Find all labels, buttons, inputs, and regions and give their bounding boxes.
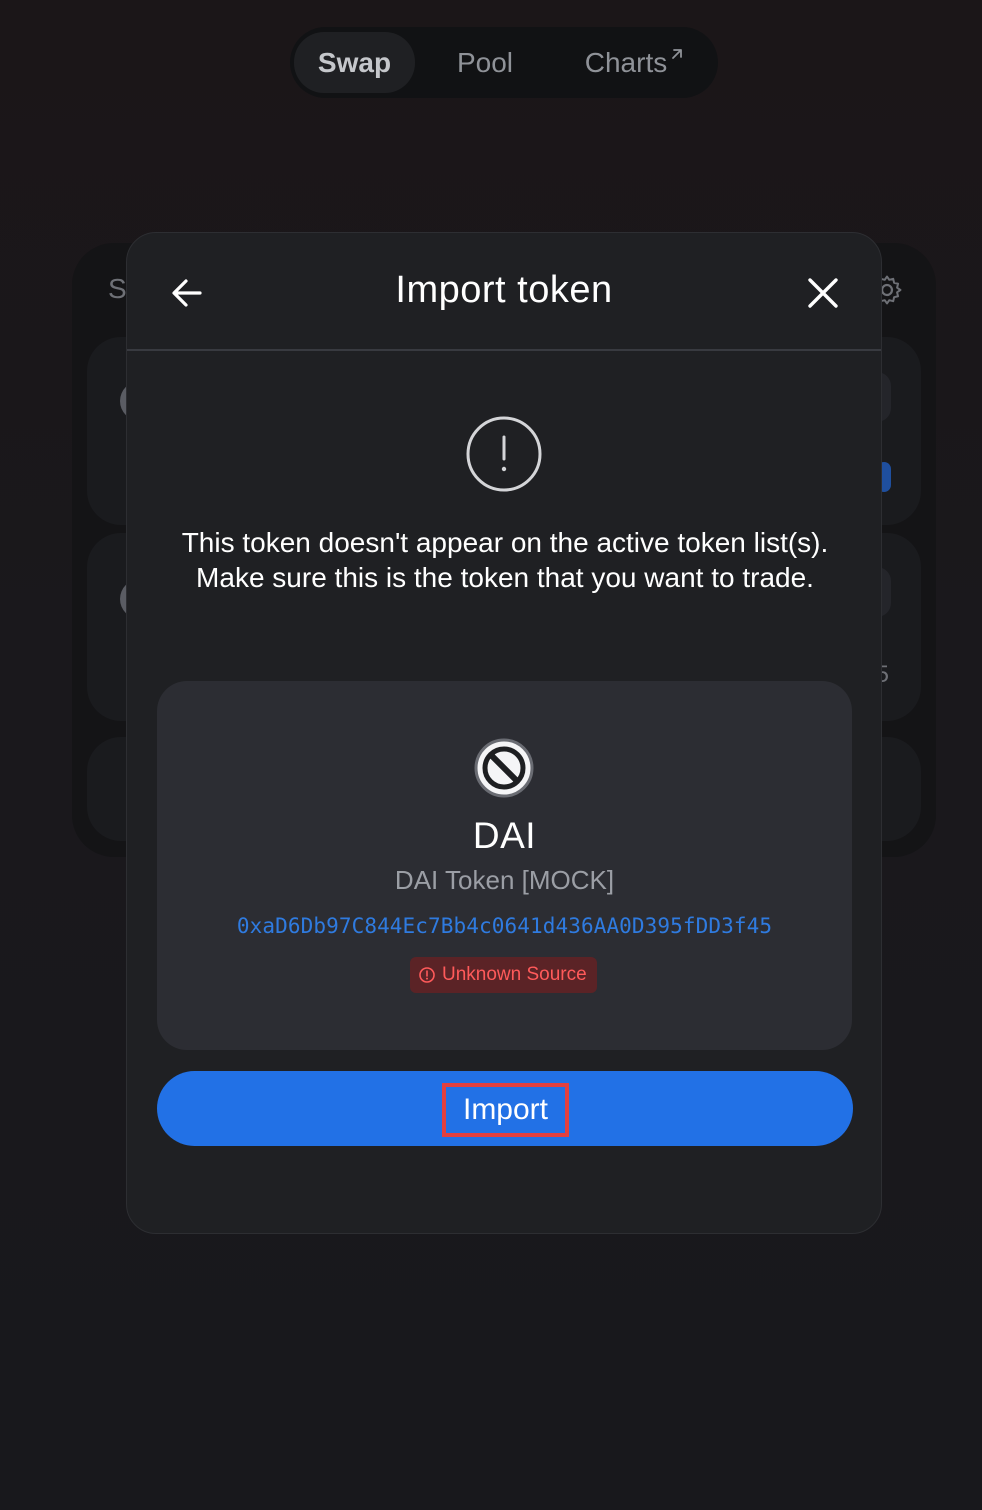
warning-message: This token doesn't appear on the active … bbox=[181, 527, 829, 593]
import-button-label: Import bbox=[442, 1083, 569, 1137]
import-token-modal: Import token This token doesn't appear o… bbox=[126, 232, 882, 1234]
nav-tab-charts[interactable]: Charts bbox=[560, 32, 710, 93]
nav-tab-charts-label: Charts bbox=[584, 47, 668, 78]
token-name: DAI Token [MOCK] bbox=[394, 865, 615, 895]
modal-title: Import token bbox=[395, 269, 613, 311]
top-nav: Swap Pool Charts bbox=[290, 27, 718, 98]
unknown-source-badge: Unknown Source bbox=[410, 957, 597, 993]
close-icon[interactable] bbox=[805, 273, 841, 313]
nav-tab-pool[interactable]: Pool bbox=[435, 32, 535, 93]
import-button[interactable]: Import bbox=[157, 1071, 853, 1146]
alert-circle-icon bbox=[466, 416, 542, 492]
nav-tab-swap[interactable]: Swap bbox=[294, 32, 415, 93]
token-symbol: DAI bbox=[472, 815, 537, 856]
external-arrow-icon bbox=[672, 49, 683, 59]
token-info-card: DAI DAI Token [MOCK] 0xaD6Db97C844Ec7Bb4… bbox=[157, 681, 852, 1050]
token-unknown-icon bbox=[474, 738, 534, 798]
unknown-source-label: Unknown Source bbox=[442, 964, 587, 985]
swap-card-title: S bbox=[108, 273, 127, 304]
modal-header: Import token bbox=[127, 233, 881, 351]
alert-circle-icon bbox=[419, 967, 435, 983]
token-address-link[interactable]: 0xaD6Db97C844Ec7Bb4c0641d436AA0D395fDD3f… bbox=[157, 914, 852, 938]
